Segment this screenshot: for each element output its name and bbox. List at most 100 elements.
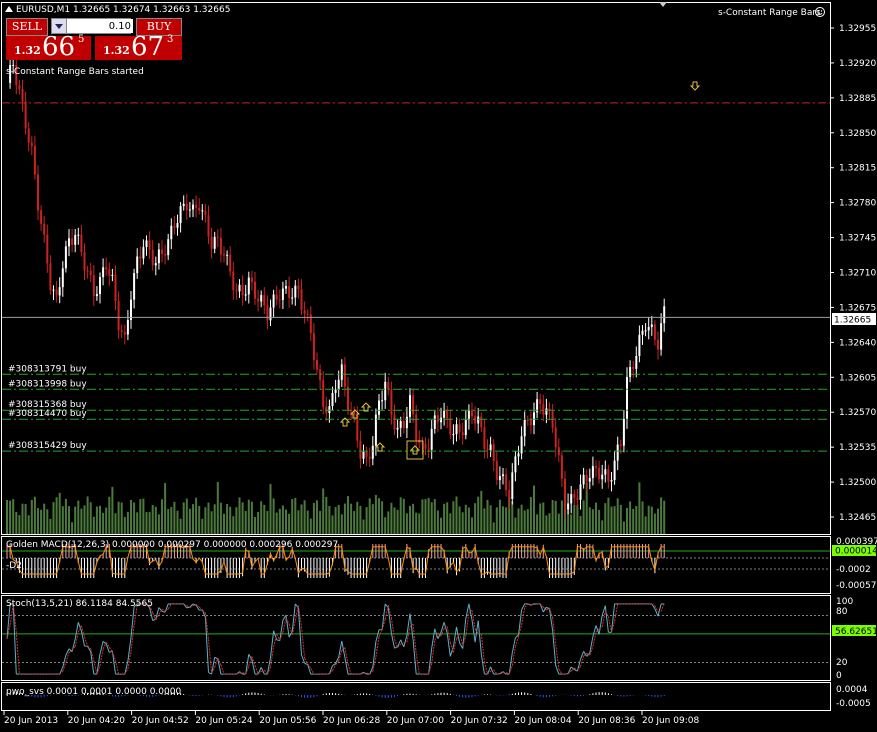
- stoch-k-segment: [394, 646, 398, 649]
- candle-body: [554, 427, 557, 448]
- candle-body: [167, 239, 170, 256]
- volume-bar: [436, 510, 439, 534]
- volume-bar: [179, 518, 182, 534]
- volume-bar: [343, 503, 346, 534]
- volume-bar: [133, 502, 136, 534]
- stoch-d-segment: [15, 631, 20, 675]
- candle-body: [545, 408, 548, 415]
- volume-bar: [74, 506, 77, 534]
- stoch-d-segment: [493, 669, 498, 675]
- scroll-marker-icon[interactable]: [659, 2, 667, 7]
- volume-bar: [474, 503, 477, 534]
- volume-bar: [635, 505, 638, 534]
- candle-body: [71, 238, 74, 245]
- candle-body: [216, 236, 219, 238]
- candle-body: [219, 237, 222, 255]
- volume-bar: [157, 514, 160, 534]
- candle-body: [247, 277, 250, 295]
- candle-body: [340, 364, 343, 380]
- volume-bar: [52, 502, 55, 534]
- candle-body: [86, 270, 89, 272]
- buy-price[interactable]: 1.32 67 3: [95, 32, 182, 62]
- price-tick-label: 1.32535: [839, 443, 876, 453]
- candle-body: [80, 234, 83, 253]
- candle-body: [12, 64, 15, 66]
- volume-bar: [108, 496, 111, 534]
- volume-bar: [40, 509, 43, 534]
- current-price-label: 1.32665: [834, 316, 871, 326]
- volume-bar: [498, 499, 501, 534]
- price-tick-label: 1.32675: [839, 303, 876, 313]
- lot-dropdown-arrow-icon[interactable]: [52, 19, 67, 33]
- sell-price[interactable]: 1.32 66 5: [6, 32, 91, 62]
- candle-body: [136, 256, 139, 274]
- volume-bar: [471, 517, 473, 534]
- stoch-d-segment: [378, 629, 383, 638]
- candle-body: [319, 369, 322, 381]
- candle-body: [613, 460, 616, 481]
- candle-body: [102, 267, 105, 278]
- candle-body: [49, 263, 52, 291]
- volume-bar: [396, 509, 399, 534]
- stoch-k-segment: [552, 630, 557, 666]
- volume-bar: [579, 516, 582, 534]
- candle-body: [46, 234, 49, 264]
- candle-body: [154, 263, 157, 266]
- volume-bar: [573, 504, 576, 534]
- stoch-k-segment: [440, 622, 445, 633]
- candle-body: [27, 128, 30, 143]
- chart-canvas[interactable]: #308313791 buy#308313998 buy#308315368 b…: [0, 0, 877, 732]
- volume-bar: [21, 503, 24, 534]
- volume-bar: [409, 505, 411, 534]
- volume-bar: [452, 501, 455, 534]
- candle-body: [650, 324, 653, 328]
- volume-bar: [365, 507, 368, 534]
- candle-body: [176, 223, 179, 228]
- stoch-k-segment: [270, 630, 275, 658]
- buy-price-sup: 3: [167, 34, 174, 45]
- macd-signal-segment: [499, 572, 504, 575]
- volume-bar: [316, 500, 318, 534]
- order-label: #308315429 buy: [8, 441, 87, 451]
- volume-bar: [554, 500, 557, 534]
- time-tick-label: 20 Jun 06:28: [323, 716, 380, 726]
- order-label: #308313998 buy: [8, 379, 87, 389]
- volume-bar: [204, 507, 207, 534]
- volume-bar: [576, 504, 579, 534]
- candle-body: [331, 392, 334, 407]
- candle-body: [201, 210, 204, 212]
- volume-bar: [309, 518, 312, 534]
- volume-bar: [663, 500, 666, 534]
- volume-bar: [371, 504, 374, 534]
- price-tick-label: 1.32955: [839, 24, 876, 34]
- candle-body: [58, 287, 61, 296]
- candle-body: [622, 418, 625, 446]
- volume-bar: [557, 513, 560, 534]
- volume-bar: [99, 505, 101, 534]
- volume-bar: [353, 510, 356, 534]
- candle-body: [278, 299, 281, 301]
- time-tick-label: 20 Jun 08:36: [578, 716, 635, 726]
- status-text: s-Constant Range Bars started: [6, 67, 144, 77]
- volume-bar: [548, 513, 551, 534]
- collapse-triangle-icon[interactable]: [5, 6, 13, 12]
- volume-bar: [529, 497, 532, 534]
- candle-body: [492, 444, 495, 462]
- volume-bar: [598, 509, 601, 534]
- candle-body: [322, 380, 325, 407]
- volume-bar: [306, 510, 309, 534]
- macd-signal-segment: [468, 551, 473, 554]
- candle-body: [486, 449, 489, 451]
- lot-size-input[interactable]: [67, 19, 133, 33]
- volume-bar: [582, 500, 585, 534]
- candle-body: [371, 445, 374, 459]
- pwo-axis-top: 0.0004: [836, 685, 868, 695]
- stoch-lines: [2, 603, 830, 675]
- candle-body: [514, 456, 517, 473]
- volume-bar: [278, 508, 281, 534]
- candle-body: [517, 453, 520, 457]
- candle-body: [347, 386, 349, 411]
- volume-bar: [356, 501, 359, 534]
- volume-bar: [378, 498, 380, 534]
- volume-bar: [424, 499, 427, 534]
